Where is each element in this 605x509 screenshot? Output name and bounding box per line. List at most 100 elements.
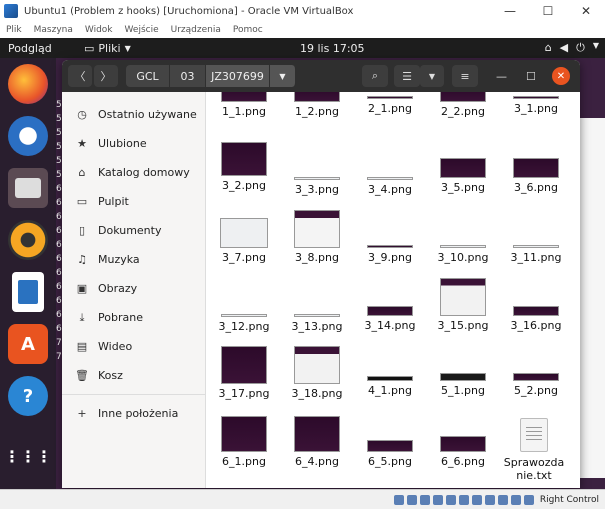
firefox-icon[interactable] <box>8 64 48 104</box>
view-options-button[interactable]: ▼ <box>420 65 444 87</box>
file-item[interactable]: 3_10.png <box>428 245 498 264</box>
file-item[interactable]: 3_18.png <box>282 346 352 400</box>
file-item[interactable]: 3_8.png <box>282 210 352 264</box>
menu-urzadzenia[interactable]: Urządzenia <box>171 25 221 35</box>
file-item[interactable]: 3_5.png <box>428 158 498 194</box>
sidebar-item-downloads[interactable]: ⤓ Pobrane <box>62 303 205 332</box>
optical-icon[interactable] <box>406 494 417 505</box>
vbox-statusbar: Right Control <box>0 489 605 509</box>
minimize-icon[interactable]: — <box>491 4 529 18</box>
file-item[interactable]: 3_15.png <box>428 278 498 332</box>
file-item[interactable]: 3_14.png <box>355 306 425 332</box>
file-item[interactable]: 4_1.png <box>355 376 425 397</box>
shared-folder-icon[interactable] <box>458 494 469 505</box>
file-item[interactable]: 3_1.png <box>501 96 571 115</box>
display-icon[interactable] <box>471 494 482 505</box>
chevron-down-icon[interactable]: ▼ <box>593 41 599 55</box>
sidebar-item-videos[interactable]: ▤ Wideo <box>62 332 205 361</box>
terminal-background-text: 55 55 55 66 66 66 66 66 67 7 <box>56 100 62 362</box>
hdd-icon[interactable] <box>393 494 404 505</box>
help-icon[interactable]: ? <box>8 376 48 416</box>
file-item[interactable]: 3_13.png <box>282 314 352 333</box>
power-icon[interactable]: ⏻ <box>576 41 585 55</box>
close-button[interactable]: ✕ <box>552 67 570 85</box>
file-item[interactable]: 3_2.png <box>209 142 279 192</box>
file-item[interactable]: 3_3.png <box>282 177 352 196</box>
file-item[interactable]: 3_4.png <box>355 177 425 196</box>
image-thumbnail <box>513 96 559 99</box>
volume-icon[interactable]: ◀ <box>560 41 568 55</box>
network-icon[interactable] <box>432 494 443 505</box>
show-apps-icon[interactable]: ⋮⋮⋮ <box>4 436 52 476</box>
file-item[interactable]: 1_1.png <box>209 92 279 118</box>
host-key-label: Right Control <box>539 494 599 505</box>
writer-icon[interactable] <box>12 272 44 312</box>
file-item[interactable]: 6_1.png <box>209 416 279 468</box>
back-button[interactable]: 〈 <box>68 65 92 87</box>
file-item[interactable]: 1_2.png <box>282 92 352 118</box>
headerbar: 〈 〉 GCL 03 JZ307699 ▼ ⌕ ☰ ▼ ≡ — ☐ ✕ <box>62 60 580 92</box>
image-thumbnail <box>221 416 267 452</box>
close-icon[interactable]: ✕ <box>567 4 605 18</box>
image-thumbnail <box>440 158 486 178</box>
sidebar-item-home[interactable]: ⌂ Katalog domowy <box>62 158 205 187</box>
sidebar-item-trash[interactable]: 🗑 Kosz <box>62 361 205 390</box>
path-menu-button[interactable]: ▼ <box>270 65 296 87</box>
file-item[interactable]: 3_12.png <box>209 314 279 333</box>
audio-icon[interactable] <box>419 494 430 505</box>
keyboard-icon[interactable] <box>523 494 534 505</box>
path-gcl[interactable]: GCL <box>126 65 170 87</box>
file-item[interactable]: 5_2.png <box>501 373 571 397</box>
activities-button[interactable]: Podgląd <box>8 42 68 55</box>
maximize-icon[interactable]: ☐ <box>526 70 536 83</box>
image-thumbnail <box>367 306 413 316</box>
file-item[interactable]: 6_5.png <box>355 440 425 468</box>
file-item[interactable]: 6_6.png <box>428 436 498 468</box>
recording-icon[interactable] <box>484 494 495 505</box>
path-jz307699[interactable]: JZ307699 <box>206 65 270 87</box>
usb-icon[interactable] <box>445 494 456 505</box>
software-center-icon[interactable]: A <box>8 324 48 364</box>
file-item[interactable]: 5_1.png <box>428 373 498 397</box>
sidebar-item-pictures[interactable]: ▣ Obrazy <box>62 274 205 303</box>
menu-pomoc[interactable]: Pomoc <box>233 25 263 35</box>
file-item[interactable]: 3_17.png <box>209 346 279 400</box>
file-item[interactable]: 2_2.png <box>428 92 498 118</box>
file-item[interactable]: 3_16.png <box>501 306 571 332</box>
file-item[interactable]: 3_11.png <box>501 245 571 264</box>
cpu-icon[interactable] <box>497 494 508 505</box>
menu-wejscie[interactable]: Wejście <box>125 25 159 35</box>
maximize-icon[interactable]: ☐ <box>529 4 567 18</box>
minimize-icon[interactable]: — <box>496 70 507 83</box>
sidebar-item-recent[interactable]: ◷ Ostatnio używane <box>62 100 205 129</box>
sidebar-item-music[interactable]: ♫ Muzyka <box>62 245 205 274</box>
network-icon[interactable]: ⌂ <box>545 41 552 55</box>
menu-maszyna[interactable]: Maszyna <box>34 25 73 35</box>
sidebar-item-documents[interactable]: ▯ Dokumenty <box>62 216 205 245</box>
file-item[interactable]: 3_7.png <box>209 218 279 264</box>
sidebar-item-desktop[interactable]: ▭ Pulpit <box>62 187 205 216</box>
menu-widok[interactable]: Widok <box>85 25 113 35</box>
search-button[interactable]: ⌕ <box>362 65 388 87</box>
path-03[interactable]: 03 <box>170 65 206 87</box>
mouse-icon[interactable] <box>510 494 521 505</box>
file-item[interactable]: 3_6.png <box>501 158 571 194</box>
files-icon[interactable] <box>8 168 48 208</box>
rhythmbox-icon[interactable] <box>8 220 48 260</box>
view-list-button[interactable]: ☰ <box>394 65 420 87</box>
forward-button[interactable]: 〉 <box>94 65 118 87</box>
sidebar-item-starred[interactable]: ★ Ulubione <box>62 129 205 158</box>
gnome-topbar: Podgląd ▭ Pliki ▼ 19 lis 17:05 ⌂ ◀ ⏻ ▼ <box>0 38 605 58</box>
clock[interactable]: 19 lis 17:05 <box>300 42 365 55</box>
thunderbird-icon[interactable] <box>8 116 48 156</box>
file-item[interactable]: 6_4.png <box>282 416 352 468</box>
file-item[interactable]: 2_1.png <box>355 96 425 115</box>
file-item[interactable]: 3_9.png <box>355 245 425 264</box>
file-item[interactable]: Sprawozdanie.txt <box>501 418 567 482</box>
main-menu-button[interactable]: ≡ <box>452 65 478 87</box>
app-menu[interactable]: ▭ Pliki ▼ <box>84 42 131 55</box>
menu-plik[interactable]: Plik <box>6 25 22 35</box>
sidebar-item-other-locations[interactable]: + Inne położenia <box>62 399 205 428</box>
image-thumbnail <box>440 436 486 452</box>
image-thumbnail <box>513 245 559 248</box>
